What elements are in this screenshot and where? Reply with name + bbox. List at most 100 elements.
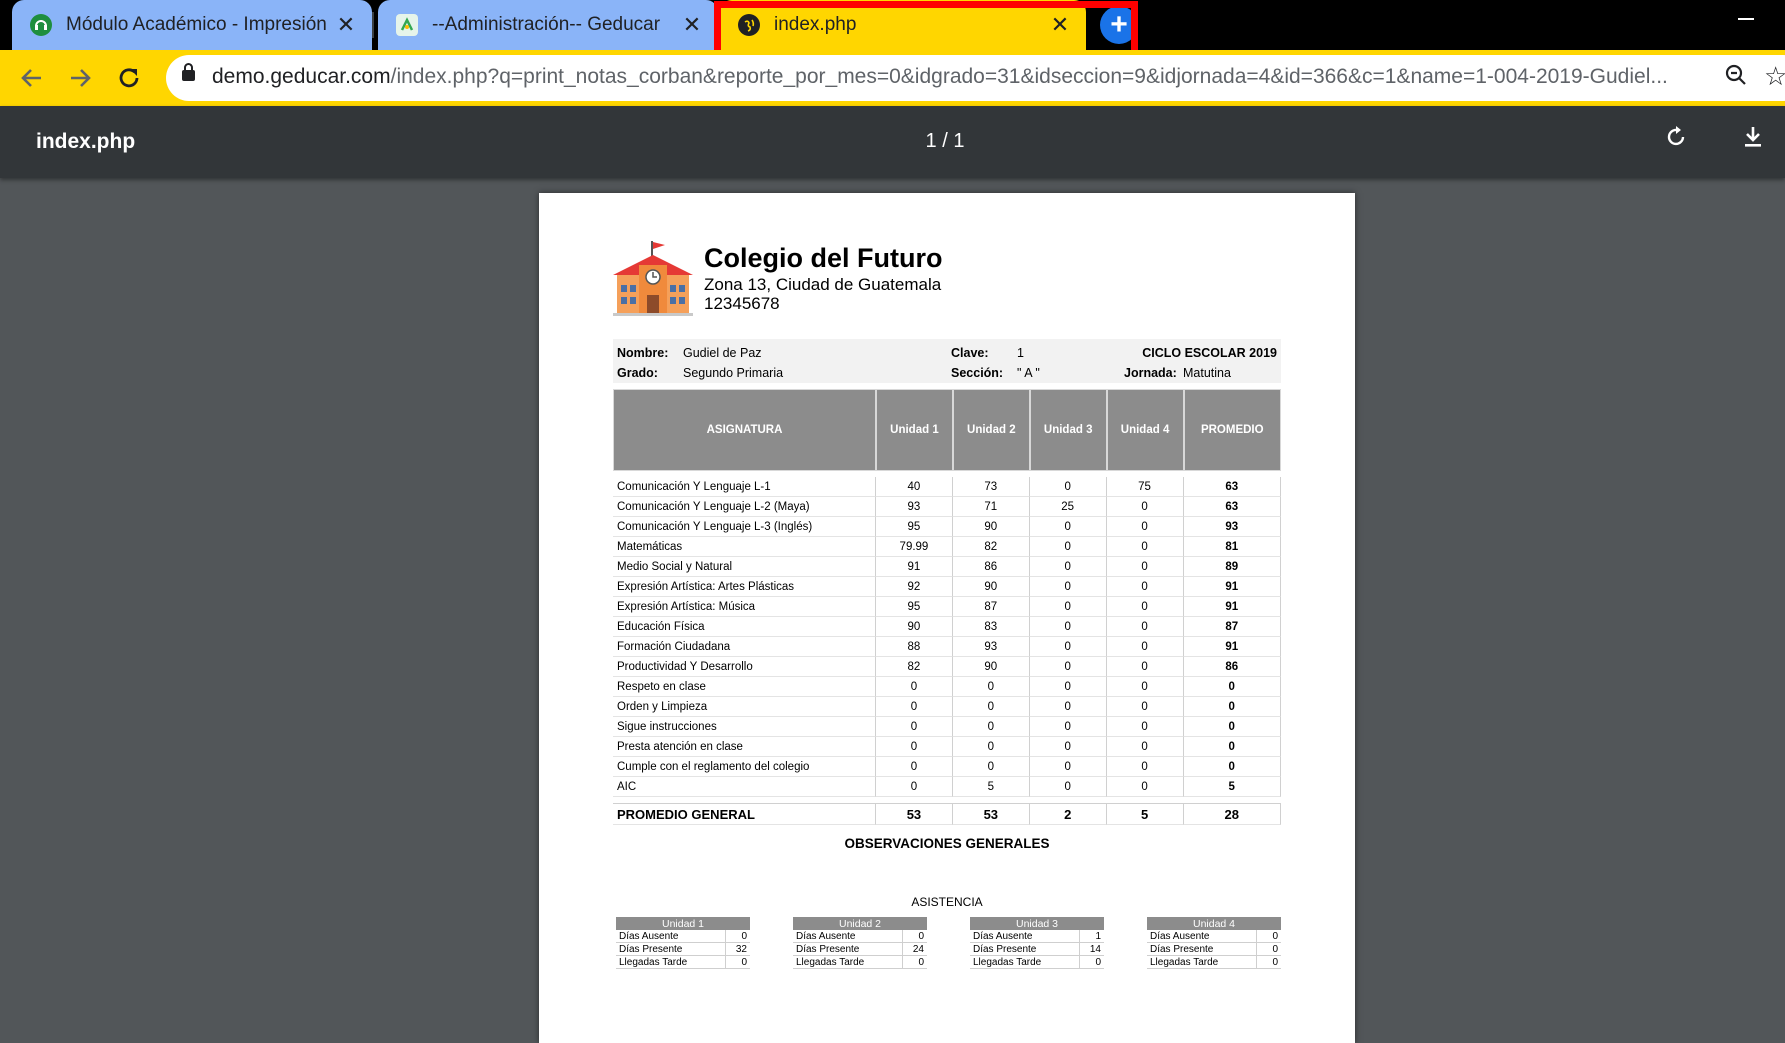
promedio-cell: 0	[1183, 677, 1281, 697]
asistencia-title: ASISTENCIA	[911, 895, 983, 909]
column-header: Unidad 4	[1106, 389, 1184, 471]
attendance-table: Unidad 1 Días Ausente 0 Días Presente 32 Lleg…	[616, 917, 750, 969]
forward-button[interactable]	[62, 60, 98, 96]
forward-arrow-icon	[71, 69, 91, 87]
table-row: Medio Social y Natural 91 86 0 0 89	[613, 557, 1281, 577]
rotate-button[interactable]	[1664, 124, 1690, 150]
close-tab-icon[interactable]: ✕	[680, 13, 704, 37]
reload-button[interactable]	[111, 60, 147, 96]
subject-name: Expresión Artística: Música	[613, 597, 876, 617]
address-bar[interactable]: demo.geducar.com/index.php?q=print_notas…	[166, 55, 1785, 101]
table-row: Cumple con el reglamento del colegio 0 0 0 0…	[613, 757, 1281, 777]
subject-name: Expresión Artística: Artes Plásticas	[613, 577, 876, 597]
grade-cell: 0	[1029, 637, 1107, 657]
new-tab-button[interactable]: +	[1100, 6, 1138, 44]
tab-index-php[interactable]: index.php ✕	[720, 0, 1086, 50]
grade-cell: 0	[1106, 697, 1184, 717]
close-tab-icon[interactable]: ✕	[334, 13, 358, 37]
attendance-row: Días Presente 14	[970, 942, 1104, 956]
grade-cell: 0	[1106, 617, 1184, 637]
student-seccion: " A "	[1017, 366, 1040, 380]
back-arrow-icon	[21, 69, 41, 87]
close-tab-icon[interactable]: ✕	[1048, 13, 1072, 37]
bookmark-star-icon[interactable]: ☆	[1764, 61, 1785, 92]
page-indicator: 1 / 1	[925, 130, 965, 152]
label-seccion: Sección:	[951, 366, 1004, 380]
attendance-table: Unidad 4 Días Ausente 0 Días Presente 0 Llega…	[1147, 917, 1281, 969]
grade-cell: 0	[1106, 657, 1184, 677]
grade-cell: 0	[876, 717, 953, 737]
attendance-label: Días Presente	[970, 942, 1080, 956]
attendance-value: 0	[1256, 930, 1281, 943]
attendance-value: 1	[1079, 930, 1104, 943]
column-header: Unidad 3	[1029, 389, 1107, 471]
student-name: Gudiel de Paz	[683, 346, 762, 360]
subject-name: Orden y Limpieza	[613, 697, 876, 717]
promedio-cell: 86	[1183, 657, 1281, 677]
download-button[interactable]	[1740, 124, 1766, 150]
grade-cell: 0	[952, 697, 1030, 717]
grade-cell: 25	[1029, 497, 1107, 517]
promedio-cell: 91	[1183, 577, 1281, 597]
grade-cell: 86	[952, 557, 1030, 577]
grade-cell: 0	[952, 737, 1030, 757]
table-row: Sigue instrucciones 0 0 0 0 0	[613, 717, 1281, 737]
student-info: Nombre: Gudiel de Paz Grado: Segundo Pri…	[613, 339, 1281, 383]
zoom-icon[interactable]	[1724, 63, 1748, 94]
grade-cell: 83	[952, 617, 1030, 637]
pdf-title: index.php	[36, 130, 136, 153]
attendance-unit-header: Unidad 4	[1147, 917, 1281, 930]
grade-cell: 0	[1106, 777, 1184, 797]
headset-icon	[30, 14, 52, 36]
promedio-cell: 0	[1183, 697, 1281, 717]
label-jornada: Jornada:	[1124, 366, 1177, 380]
grade-cell: 73	[952, 477, 1030, 497]
back-button[interactable]	[14, 60, 50, 96]
attendance-label: Días Ausente	[616, 930, 726, 943]
subject-name: Productividad Y Desarrollo	[613, 657, 876, 677]
promedio-general-value: 28	[1183, 803, 1281, 825]
attendance-row: Llegadas Tarde 0	[970, 955, 1104, 969]
grade-cell: 90	[952, 577, 1030, 597]
attendance-row: Días Presente 0	[1147, 942, 1281, 956]
grade-cell: 0	[1106, 497, 1184, 517]
attendance-label: Días Presente	[1147, 942, 1257, 956]
subject-name: Comunicación Y Lenguaje L-2 (Maya)	[613, 497, 876, 517]
grades-header-row: ASIGNATURA Unidad 1 Unidad 2 Unidad 3 Unidad…	[613, 389, 1281, 471]
table-row: AIC 0 5 0 0 5	[613, 777, 1281, 797]
url-text[interactable]: demo.geducar.com/index.php?q=print_notas…	[212, 65, 1742, 89]
grade-cell: 0	[1029, 577, 1107, 597]
minimize-window-button[interactable]	[1738, 18, 1754, 20]
subject-name: Respeto en clase	[613, 677, 876, 697]
ciclo-escolar: CICLO ESCOLAR 2019	[1142, 346, 1277, 360]
attendance-value: 0	[902, 955, 927, 969]
grade-cell: 0	[1029, 477, 1107, 497]
grade-cell: 95	[876, 517, 953, 537]
table-row: Comunicación Y Lenguaje L-1 40 73 0 75 63	[613, 477, 1281, 497]
grade-cell: 88	[876, 637, 953, 657]
attendance-label: Días Ausente	[793, 930, 903, 943]
attendance-value: 0	[1256, 942, 1281, 956]
attendance-value: 0	[725, 930, 750, 943]
tab-administracion[interactable]: --Administración-- Geducar ✕	[378, 0, 718, 50]
attendance-label: Días Presente	[793, 942, 903, 956]
subject-name: Matemáticas	[613, 537, 876, 557]
column-header: ASIGNATURA	[613, 389, 876, 471]
promedio-cell: 0	[1183, 717, 1281, 737]
table-row: Formación Ciudadana 88 93 0 0 91	[613, 637, 1281, 657]
grade-cell: 0	[1106, 517, 1184, 537]
attendance-label: Días Presente	[616, 942, 726, 956]
tab-modulo-academico[interactable]: Módulo Académico - Impresión de ✕	[12, 0, 372, 50]
grade-cell: 75	[1106, 477, 1184, 497]
attendance-label: Llegadas Tarde	[793, 955, 903, 969]
attendance-value: 0	[902, 930, 927, 943]
grade-cell: 82	[952, 537, 1030, 557]
attendance-label: Días Ausente	[970, 930, 1080, 943]
column-header: Unidad 1	[876, 389, 953, 471]
grade-cell: 71	[952, 497, 1030, 517]
table-row: Expresión Artística: Música 95 87 0 0 91	[613, 597, 1281, 617]
table-row: Expresión Artística: Artes Plásticas 92 90…	[613, 577, 1281, 597]
grade-cell: 0	[1029, 537, 1107, 557]
attendance-row: Días Presente 32	[616, 942, 750, 956]
grade-cell: 0	[1029, 617, 1107, 637]
